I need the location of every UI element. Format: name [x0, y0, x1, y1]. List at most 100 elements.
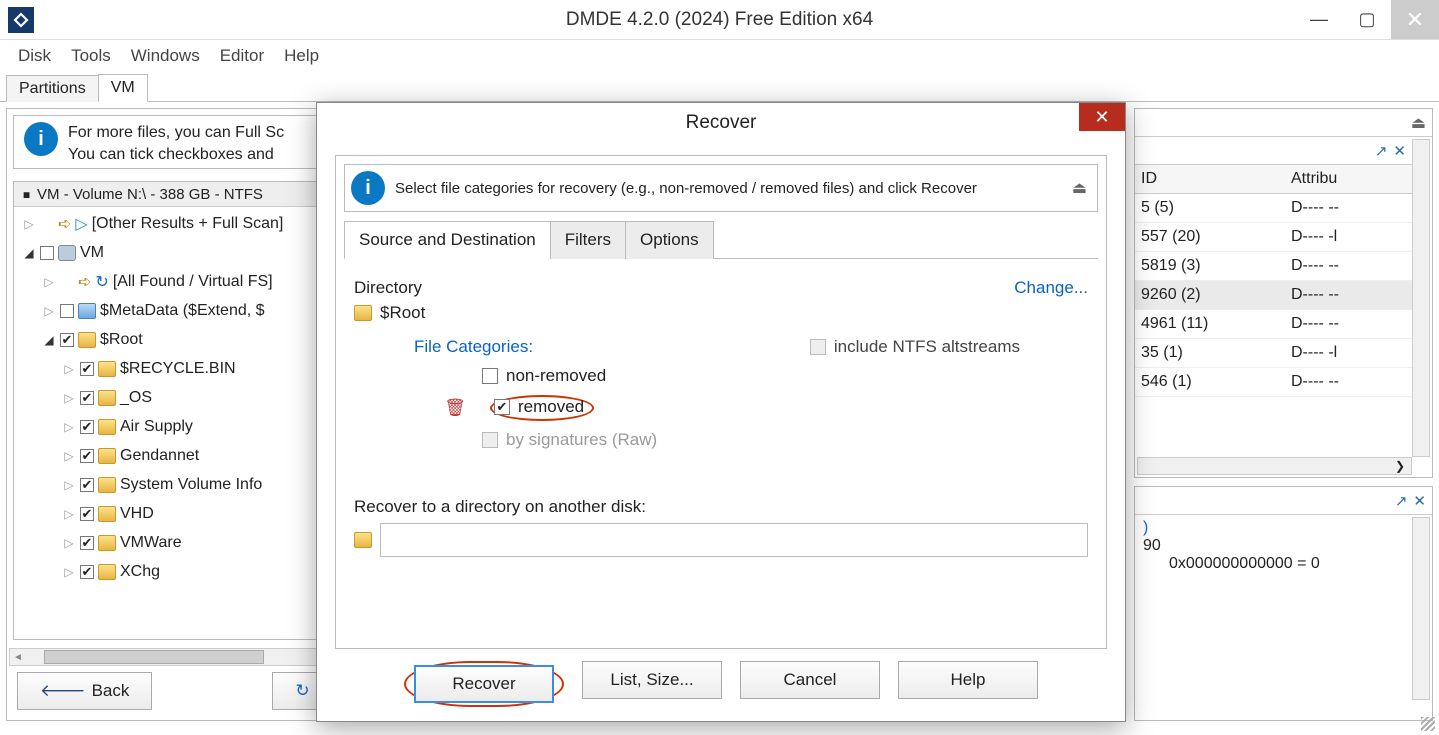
title-bar: DMDE 4.2.0 (2024) Free Edition x64 — ▢ ✕	[0, 0, 1439, 40]
expander-icon[interactable]: ▷	[62, 565, 76, 579]
checkbox[interactable]	[60, 304, 74, 318]
expander-icon[interactable]: ▷	[62, 449, 76, 463]
dialog-info: i Select file categories for recovery (e…	[344, 164, 1098, 212]
maximize-button[interactable]: ▢	[1343, 0, 1391, 39]
table-row[interactable]: 35 (1)D---- -l	[1135, 339, 1412, 368]
expander-icon[interactable]: ▷	[62, 536, 76, 550]
menu-windows[interactable]: Windows	[123, 44, 208, 68]
tree-label: [Other Results + Full Scan]	[92, 215, 284, 233]
folder-icon	[78, 303, 96, 319]
tree-label: $Root	[100, 331, 143, 349]
window-controls: — ▢ ✕	[1295, 0, 1439, 39]
expander-icon[interactable]: ▷	[62, 362, 76, 376]
folder-icon	[354, 305, 372, 321]
menu-help[interactable]: Help	[276, 44, 327, 68]
recover-button[interactable]: Recover	[414, 665, 554, 703]
table-row[interactable]: 4961 (11)D---- --	[1135, 310, 1412, 339]
folder-icon	[98, 419, 116, 435]
recover-destination-input[interactable]	[380, 523, 1088, 557]
recover-dialog: Recover ✕ i Select file categories for r…	[316, 102, 1126, 722]
table-row[interactable]: 5 (5)D---- --	[1135, 194, 1412, 223]
tab-options[interactable]: Options	[625, 221, 714, 259]
removed-label: removed	[518, 397, 584, 417]
help-button[interactable]: Help	[898, 661, 1038, 699]
tree-label: Air Supply	[120, 418, 193, 436]
checkbox[interactable]	[80, 391, 94, 405]
expander-icon[interactable]: ▷	[62, 507, 76, 521]
expander-icon[interactable]: ▷	[42, 275, 56, 289]
change-link[interactable]: Change...	[1014, 278, 1088, 298]
expander-icon[interactable]: ◢	[42, 333, 56, 347]
tree-label: $RECYCLE.BIN	[120, 360, 236, 378]
expander-icon[interactable]: ◢	[22, 246, 36, 260]
vertical-scrollbar[interactable]	[1412, 517, 1430, 700]
recover-to-label: Recover to a directory on another disk:	[354, 497, 1088, 517]
popout-icon[interactable]: ↗	[1395, 492, 1408, 510]
info-icon: i	[351, 171, 385, 205]
minimize-button[interactable]: —	[1295, 0, 1343, 39]
back-button[interactable]: 🡐 Back	[17, 672, 152, 710]
menu-tools[interactable]: Tools	[63, 44, 119, 68]
tab-vm[interactable]: VM	[98, 74, 148, 102]
dialog-close-button[interactable]: ✕	[1079, 103, 1125, 131]
menu-disk[interactable]: Disk	[10, 44, 59, 68]
deleted-file-icon: 🗑	[444, 398, 466, 418]
eject-icon[interactable]: ⏏	[1072, 178, 1087, 198]
refresh-icon: ↻	[295, 681, 309, 701]
expander-icon[interactable]: ▷	[62, 391, 76, 405]
checkbox[interactable]	[40, 246, 54, 260]
expander-icon[interactable]: ▷	[42, 304, 56, 318]
cancel-button[interactable]: Cancel	[740, 661, 880, 699]
right-bottom-body: ) 90 0x000000000000 = 0	[1135, 515, 1432, 577]
goto-icon: ➪	[78, 272, 91, 292]
close-button[interactable]: ✕	[1391, 0, 1439, 39]
dialog-inner: i Select file categories for recovery (e…	[335, 155, 1107, 649]
checkbox[interactable]	[80, 449, 94, 463]
checkbox[interactable]	[80, 507, 94, 521]
include-altstreams-checkbox[interactable]	[810, 339, 826, 355]
checkbox[interactable]	[80, 478, 94, 492]
table-row[interactable]: 557 (20)D---- -l	[1135, 223, 1412, 252]
checkbox[interactable]	[80, 362, 94, 376]
tab-source-destination[interactable]: Source and Destination	[344, 221, 551, 259]
hint-text: For more files, you can Full Sc You can …	[68, 122, 284, 165]
horizontal-scrollbar[interactable]: ❯	[1137, 457, 1412, 475]
tab-filters[interactable]: Filters	[550, 221, 626, 259]
close-icon[interactable]: ✕	[1413, 492, 1426, 510]
checkbox[interactable]	[60, 333, 74, 347]
tab-partitions[interactable]: Partitions	[6, 75, 99, 102]
non-removed-label: non-removed	[506, 366, 606, 386]
dialog-info-text: Select file categories for recovery (e.g…	[395, 180, 1054, 197]
table-row[interactable]: 546 (1)D---- --	[1135, 368, 1412, 397]
folder-icon[interactable]	[354, 532, 372, 548]
eject-icon[interactable]: ⏏	[1411, 113, 1426, 133]
non-removed-checkbox[interactable]	[482, 368, 498, 384]
folder-icon	[78, 332, 96, 348]
checkbox[interactable]	[80, 420, 94, 434]
table-row[interactable]: 9260 (2)D---- --	[1135, 281, 1412, 310]
dialog-tabs: Source and Destination Filters Options	[344, 220, 1098, 259]
tree-label: System Volume Info	[120, 476, 262, 494]
folder-icon	[98, 390, 116, 406]
checkbox[interactable]	[60, 275, 74, 289]
close-icon[interactable]: ✕	[1393, 142, 1406, 160]
menu-editor[interactable]: Editor	[212, 44, 272, 68]
dialog-title: Recover ✕	[317, 103, 1125, 143]
dialog-buttons: Recover List, Size... Cancel Help	[317, 661, 1125, 707]
removed-checkbox[interactable]	[494, 399, 510, 415]
expander-icon[interactable]: ▷	[62, 478, 76, 492]
tree-label: VMWare	[120, 534, 182, 552]
checkbox[interactable]	[80, 536, 94, 550]
list-size-button[interactable]: List, Size...	[582, 661, 722, 699]
table-row[interactable]: 5819 (3)D---- --	[1135, 252, 1412, 281]
vertical-scrollbar[interactable]	[1412, 139, 1430, 457]
folder-icon	[98, 506, 116, 522]
table-head[interactable]: ID Attribu	[1135, 165, 1412, 194]
resize-grip[interactable]	[1421, 717, 1435, 731]
checkbox[interactable]	[40, 217, 54, 231]
popout-icon[interactable]: ↗	[1375, 142, 1388, 160]
expander-icon[interactable]: ▷	[62, 420, 76, 434]
checkbox[interactable]	[80, 565, 94, 579]
tree-label: _OS	[120, 389, 152, 407]
expander-icon[interactable]: ▷	[22, 217, 36, 231]
